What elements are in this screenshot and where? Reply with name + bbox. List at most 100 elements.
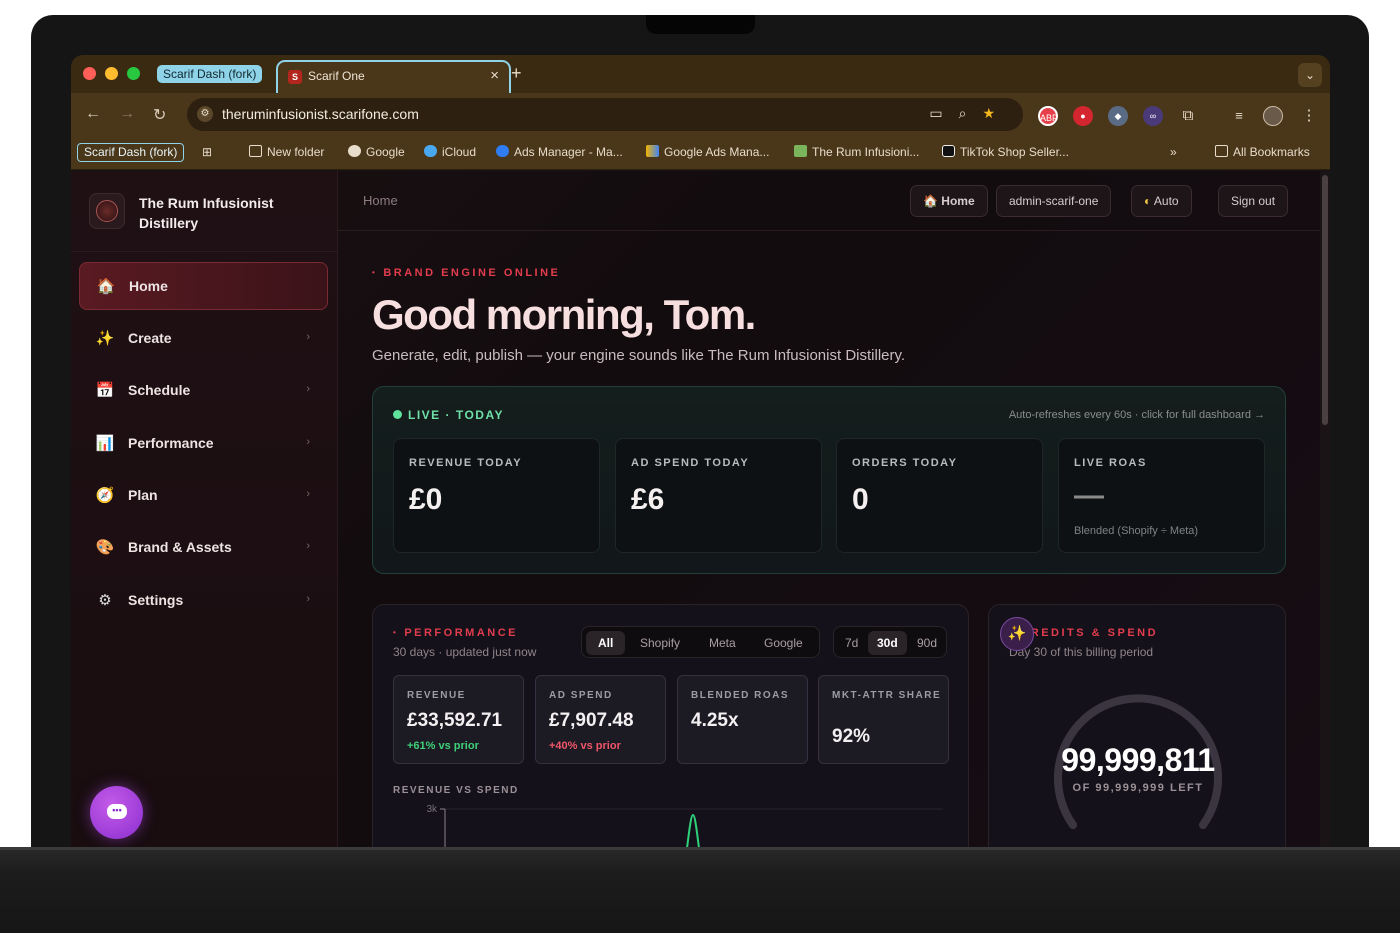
channel-filter: All Shopify Meta Google	[581, 626, 820, 658]
close-window-button[interactable]	[83, 67, 96, 80]
tab-group-label[interactable]: Scarif Dash (fork)	[157, 65, 263, 83]
tab-favicon: S	[288, 70, 302, 84]
bookmark-group-chip[interactable]: Scarif Dash (fork)	[77, 143, 185, 162]
sidebar-item-plan[interactable]: 🧭 Plan ›	[79, 472, 328, 520]
channel-all[interactable]: All	[586, 631, 626, 655]
chart-title: REVENUE VS SPEND	[393, 785, 519, 796]
tab-title: Scarif One	[308, 69, 365, 83]
metric-label: AD SPEND	[549, 690, 613, 701]
breadcrumb[interactable]: Home	[363, 193, 398, 208]
bookmark-google-ads[interactable]: Google Ads Mana...	[646, 145, 769, 159]
sidebar-item-home[interactable]: 🏠 Home	[79, 262, 328, 310]
browser-window: Scarif Dash (fork) S Scarif One × + ⌄ ← …	[71, 55, 1330, 847]
apps-grid-icon[interactable]: ⊞	[202, 145, 212, 159]
bookmark-label: Google Ads Mana...	[664, 145, 770, 159]
theme-toggle-button[interactable]: ◐ Auto	[1131, 185, 1192, 217]
omnibox-actions: ▭⌕★	[929, 105, 1011, 122]
laptop-base-edge	[0, 847, 1400, 850]
sign-out-button[interactable]: Sign out	[1218, 185, 1289, 217]
bookmark-tiktok[interactable]: TikTok Shop Seller...	[942, 145, 1069, 159]
home-button[interactable]: 🏠 Home	[910, 185, 988, 217]
bookmark-label: Ads Manager - Ma...	[514, 145, 623, 159]
metric-label: REVENUE	[407, 690, 466, 701]
bookmark-label: The Rum Infusioni...	[812, 145, 920, 159]
brand-header[interactable]: The Rum Infusionist Distillery	[89, 191, 329, 251]
kpi-revenue-today: REVENUE TODAY £0	[393, 438, 600, 553]
sidebar-item-schedule[interactable]: 📅 Schedule ›	[79, 367, 328, 415]
sidebar: The Rum Infusionist Distillery 🏠 Home ✨ …	[71, 171, 338, 847]
minimize-window-button[interactable]	[105, 67, 118, 80]
metric-value: £7,907.48	[549, 710, 634, 731]
tab-scarif-one[interactable]: S Scarif One ×	[276, 60, 511, 93]
kpi-ad-spend-today: AD SPEND TODAY £6	[615, 438, 822, 553]
page-title: Good morning, Tom.	[372, 291, 756, 338]
site-settings-icon[interactable]: ⚙	[197, 106, 213, 122]
revenue-series-line	[686, 813, 700, 847]
chat-button[interactable]: •••	[90, 786, 143, 839]
meta-icon	[496, 145, 509, 157]
back-arrow-icon[interactable]: ←	[85, 105, 101, 123]
extension-icon[interactable]: ∞	[1143, 106, 1163, 126]
kpi-note: Blended (Shopify ÷ Meta)	[1074, 525, 1199, 537]
scrollbar[interactable]	[1320, 171, 1330, 847]
bookmark-shopify[interactable]: The Rum Infusioni...	[794, 145, 919, 159]
new-tab-icon[interactable]: +	[511, 63, 522, 84]
close-tab-icon[interactable]: ×	[490, 67, 499, 84]
shield-icon[interactable]: ◆	[1108, 106, 1128, 126]
channel-google[interactable]: Google	[752, 631, 815, 655]
folder-icon	[249, 145, 262, 157]
all-bookmarks[interactable]: All Bookmarks	[1215, 145, 1310, 159]
bookmark-ads-manager[interactable]: Ads Manager - Ma...	[496, 145, 623, 159]
bookmark-icloud[interactable]: iCloud	[424, 145, 476, 159]
sidebar-item-performance[interactable]: 📊 Performance ›	[79, 420, 328, 468]
puzzle-icon[interactable]: ⧉	[1178, 106, 1198, 126]
kpi-value: —	[1074, 479, 1104, 512]
scrollbar-thumb[interactable]	[1322, 175, 1328, 425]
range-90d[interactable]: 90d	[908, 631, 946, 655]
metric-blended-roas: BLENDED ROAS 4.25x	[677, 675, 808, 764]
abp-icon[interactable]: ABP	[1038, 106, 1058, 126]
ai-assistant-sparkle-button[interactable]: ✨	[1000, 617, 1034, 651]
channel-meta[interactable]: Meta	[697, 631, 748, 655]
extension-icon[interactable]: ●	[1073, 106, 1093, 126]
shopify-icon	[794, 145, 807, 157]
performance-eyebrow: PERFORMANCE	[393, 627, 518, 639]
address-bar[interactable]: ⚙ theruminfusionist.scarifone.com ▭⌕★	[187, 98, 1023, 131]
metric-mkt-attr-share: MKT-ATTR SHARE 92%	[818, 675, 949, 764]
range-7d[interactable]: 7d	[836, 631, 867, 655]
user-button[interactable]: admin-scarif-one	[996, 185, 1112, 217]
sidebar-item-label: Performance	[128, 435, 214, 451]
maximize-window-button[interactable]	[127, 67, 140, 80]
google-icon	[348, 145, 361, 157]
icloud-icon	[424, 145, 437, 157]
sidebar-item-label: Create	[128, 330, 172, 346]
channel-shopify[interactable]: Shopify	[628, 631, 692, 655]
browser-toolbar: ← → ↻ ⚙ theruminfusionist.scarifone.com …	[71, 93, 1330, 137]
install-app-icon[interactable]: ▭	[929, 105, 958, 121]
home-icon: 🏠	[923, 194, 938, 208]
bookmark-google[interactable]: Google	[348, 145, 405, 159]
profile-avatar[interactable]	[1263, 106, 1283, 126]
sidebar-item-brand-assets[interactable]: 🎨 Brand & Assets ›	[79, 524, 328, 572]
live-today-panel[interactable]: LIVE · TODAY Auto-refreshes every 60s · …	[372, 386, 1286, 574]
more-bookmarks-icon[interactable]: »	[1170, 145, 1177, 159]
kpi-label: AD SPEND TODAY	[631, 457, 750, 469]
live-refresh-note[interactable]: Auto-refreshes every 60s · click for ful…	[1009, 409, 1265, 421]
metric-label: MKT-ATTR SHARE	[832, 690, 942, 701]
tab-strip: Scarif Dash (fork) S Scarif One × + ⌄	[71, 55, 1330, 93]
bookmark-star-icon[interactable]: ★	[982, 105, 1011, 121]
chevron-right-icon: ›	[306, 540, 310, 552]
hero-eyebrow: BRAND ENGINE ONLINE	[372, 267, 560, 279]
reload-icon[interactable]: ↻	[153, 105, 166, 125]
theme-label: Auto	[1153, 194, 1179, 208]
kpi-value: £6	[631, 483, 665, 516]
tab-search-chevron-icon[interactable]: ⌄	[1298, 63, 1322, 87]
media-control-icon[interactable]: ≡	[1229, 106, 1249, 126]
forward-arrow-icon[interactable]: →	[119, 105, 135, 123]
zoom-icon[interactable]: ⌕	[959, 105, 983, 121]
bookmark-new-folder[interactable]: New folder	[249, 145, 324, 159]
kebab-menu-icon[interactable]: ⋮	[1299, 106, 1319, 126]
sidebar-item-settings[interactable]: ⚙ Settings ›	[79, 577, 328, 625]
sidebar-item-create[interactable]: ✨ Create ›	[79, 315, 328, 363]
range-30d[interactable]: 30d	[868, 631, 907, 655]
